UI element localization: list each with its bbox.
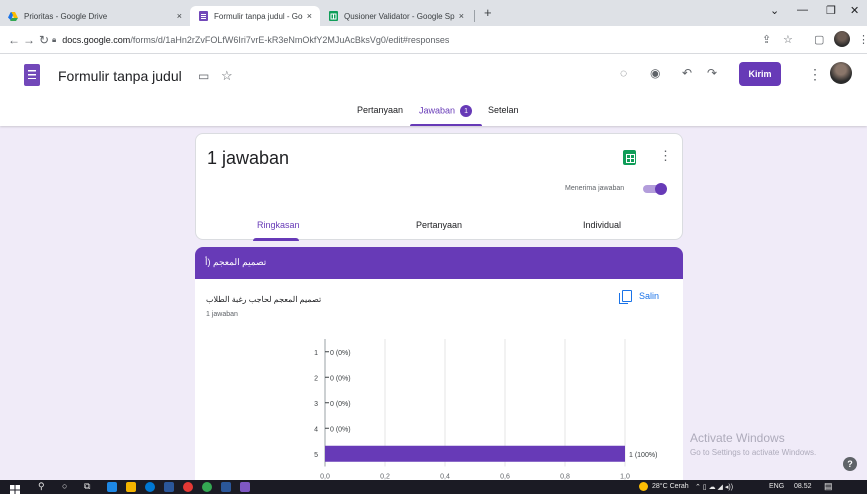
send-button[interactable]: Kirim xyxy=(739,62,781,86)
y-tick-label: 5 xyxy=(314,452,318,459)
google-sheets-icon xyxy=(328,11,338,21)
main-tabs: Pertanyaan Jawaban 1 Setelan xyxy=(0,103,867,126)
folder-icon[interactable]: ▭ xyxy=(198,69,209,83)
palette-icon[interactable]: ◌ xyxy=(620,66,627,80)
tab-individual[interactable]: Individual xyxy=(583,220,621,230)
tab-google-drive[interactable]: Prioritas - Google Drive × xyxy=(0,6,190,26)
preview-eye-icon[interactable]: ◉ xyxy=(650,66,660,80)
bar xyxy=(325,445,625,462)
active-tab-indicator xyxy=(410,124,482,126)
file-explorer-icon[interactable] xyxy=(126,482,136,492)
url-host: docs.google.com xyxy=(62,35,131,45)
store-icon[interactable] xyxy=(107,482,117,492)
star-icon[interactable]: ☆ xyxy=(221,68,233,84)
y-tick-label: 1 xyxy=(314,350,318,357)
close-icon[interactable]: × xyxy=(177,11,182,21)
search-icon[interactable]: ⚲ xyxy=(38,481,45,492)
y-tick-label: 2 xyxy=(314,375,318,382)
new-tab-button[interactable]: + xyxy=(484,5,492,20)
tab-title: Qusioner Validator - Google Spre xyxy=(344,11,455,21)
tab-title: Formulir tanpa judul - Google Fo xyxy=(214,11,303,21)
question-summary-card: تصميم المعجم (أ تصميم المعجم لحاجب رغبة … xyxy=(195,247,683,487)
reload-icon[interactable]: ↻ xyxy=(39,33,49,47)
link-to-sheets-icon[interactable] xyxy=(623,150,636,165)
tab-search-icon[interactable]: ⌄ xyxy=(770,4,779,17)
tab-responses-label: Jawaban xyxy=(419,105,456,116)
browser-tab-bar: Prioritas - Google Drive × Formulir tanp… xyxy=(0,0,867,26)
address-bar: ← → ↻ 🔒︎ docs.google.com /forms/d/1aHn2r… xyxy=(0,26,867,54)
url-path: /forms/d/1aHn2rZvFOLfW6Iri7vrE-kR3eNmOkf… xyxy=(130,35,450,45)
activate-windows-subtitle: Go to Settings to activate Windows. xyxy=(690,448,817,457)
browser-menu-icon[interactable]: ⋮ xyxy=(858,33,867,46)
forms-header: Formulir tanpa judul ▭ ☆ ◌ ◉ ↶ ↷ Kirim ⋮… xyxy=(0,54,867,126)
response-count-badge: 1 xyxy=(460,105,473,117)
tab-separator xyxy=(474,10,475,22)
tab-summary[interactable]: Ringkasan xyxy=(257,220,300,230)
y-tick-label: 3 xyxy=(314,401,318,408)
google-forms-logo[interactable] xyxy=(24,64,40,86)
cortana-icon[interactable]: ○ xyxy=(62,481,67,491)
redo-icon[interactable]: ↷ xyxy=(707,66,717,80)
data-label: 1 (100%) xyxy=(629,452,657,459)
tab-title: Prioritas - Google Drive xyxy=(24,11,108,21)
tray-icons[interactable]: ⌃ ▯ ☁ ◢ ◂)) xyxy=(695,483,733,491)
edge-icon[interactable] xyxy=(145,482,155,492)
google-drive-icon xyxy=(8,11,18,21)
close-icon[interactable]: × xyxy=(459,11,464,21)
opera-icon[interactable] xyxy=(183,482,193,492)
active-subtab-indicator xyxy=(253,238,299,241)
back-icon[interactable]: ← xyxy=(8,33,20,47)
tab-responses[interactable]: Jawaban 1 xyxy=(419,105,473,117)
word-icon[interactable] xyxy=(221,482,231,492)
google-forms-icon xyxy=(198,11,208,21)
mail-icon[interactable] xyxy=(164,482,174,492)
tab-settings[interactable]: Setelan xyxy=(488,105,519,115)
tab-question[interactable]: Pertanyaan xyxy=(416,220,462,230)
profile-avatar[interactable] xyxy=(834,31,850,47)
data-label: 0 (0%) xyxy=(330,350,351,357)
url-input[interactable]: 🔒︎ docs.google.com /forms/d/1aHn2rZvFOLf… xyxy=(52,30,742,50)
language-indicator[interactable]: ENG xyxy=(769,483,784,490)
help-icon[interactable]: ? xyxy=(843,457,857,471)
forward-icon[interactable]: → xyxy=(23,33,35,47)
undo-icon[interactable]: ↶ xyxy=(682,66,692,80)
response-bar-chart: 0,0 0,2 0,4 0,6 0,8 1,01 0 (0%)2 0 (0%)3 0 (0%)4… xyxy=(314,339,657,481)
tab-google-forms[interactable]: Formulir tanpa judul - Google Fo × xyxy=(190,6,320,26)
notifications-icon[interactable]: ▤ xyxy=(824,481,833,492)
responses-count-heading: 1 jawaban xyxy=(207,148,290,168)
weather-sun-icon[interactable] xyxy=(639,482,648,491)
more-options-icon[interactable]: ⋮ xyxy=(659,148,672,164)
data-label: 0 (0%) xyxy=(330,375,351,382)
weather-text[interactable]: 28°C Cerah xyxy=(652,483,689,490)
accepting-responses-label: Menerima jawaban xyxy=(565,185,625,192)
activate-windows-title: Activate Windows xyxy=(690,431,785,445)
form-title[interactable]: Formulir tanpa judul xyxy=(58,68,182,84)
side-panel-icon[interactable]: ▢ xyxy=(814,33,824,46)
app-icon[interactable] xyxy=(240,482,250,492)
windows-taskbar: ⚲ ○ ⧉ 28°C Cerah ⌃ ▯ ☁ ◢ ◂)) ENG 08.52 ▤ xyxy=(0,480,867,494)
clock[interactable]: 08.52 xyxy=(794,483,812,490)
bookmark-star-icon[interactable]: ☆ xyxy=(783,33,793,46)
avatar[interactable] xyxy=(830,62,852,84)
lock-icon: 🔒︎ xyxy=(52,35,57,44)
tab-questions[interactable]: Pertanyaan xyxy=(357,105,403,115)
y-tick-label: 4 xyxy=(314,426,318,433)
close-window-icon[interactable]: ✕ xyxy=(850,4,859,17)
chrome-icon[interactable] xyxy=(202,482,212,492)
close-icon[interactable]: × xyxy=(307,11,312,21)
toggle-thumb xyxy=(655,183,667,195)
accepting-responses-toggle[interactable] xyxy=(641,183,667,195)
responses-summary-card: 1 jawaban ⋮ Menerima jawaban Ringkasan P… xyxy=(195,133,683,241)
windows-start-icon[interactable] xyxy=(10,482,20,494)
data-label: 0 (0%) xyxy=(330,426,351,433)
more-options-icon[interactable]: ⋮ xyxy=(808,66,822,83)
share-icon[interactable]: ⇪ xyxy=(762,33,771,46)
data-label: 0 (0%) xyxy=(330,401,351,408)
tab-google-sheets[interactable]: Qusioner Validator - Google Spre × xyxy=(320,6,472,26)
task-view-icon[interactable]: ⧉ xyxy=(84,481,90,492)
minimize-icon[interactable]: — xyxy=(797,4,808,16)
restore-icon[interactable]: ❐ xyxy=(826,4,836,17)
